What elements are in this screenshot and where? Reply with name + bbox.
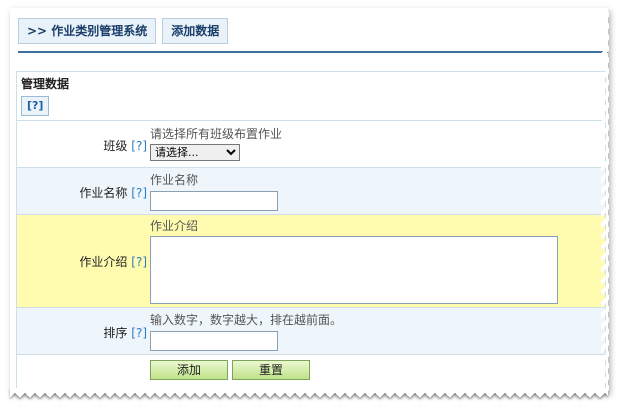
top-nav: >> 作业类别管理系统 添加数据 <box>18 18 229 44</box>
form-row-order: 排序 [?] 输入数字，数字越大，排在越前面。 <box>17 308 605 355</box>
manage-panel: 管理数据 [?] 班级 [?] 请选择所有班级布置作业 请选择... 作业名称 … <box>16 71 606 393</box>
name-label-text: 作业名称 <box>79 186 128 200</box>
intro-help-link[interactable]: [?] <box>131 255 147 269</box>
form-row-buttons: 添加 重置 <box>17 355 605 385</box>
torn-edge-right <box>601 8 609 392</box>
class-select[interactable]: 请选择... <box>150 144 240 161</box>
class-label-text: 班级 <box>103 139 128 153</box>
name-help-link[interactable]: [?] <box>131 186 147 200</box>
class-label: 班级 [?] <box>17 137 147 154</box>
nav-tab-category-system[interactable]: >> 作业类别管理系统 <box>18 18 157 44</box>
panel-title: 管理数据 <box>17 72 605 96</box>
intro-textarea[interactable] <box>150 236 558 304</box>
class-field: 请选择所有班级布置作业 请选择... <box>150 127 282 161</box>
intro-label: 作业介绍 [?] <box>17 253 147 270</box>
order-label-text: 排序 <box>103 326 128 340</box>
class-tip: 请选择所有班级布置作业 <box>150 127 283 141</box>
order-input[interactable] <box>150 331 278 351</box>
page-frame: >> 作业类别管理系统 添加数据 管理数据 [?] 班级 [?] 请选择所有班级… <box>10 8 609 398</box>
form-row-name: 作业名称 [?] 作业名称 <box>17 168 605 215</box>
form-row-class: 班级 [?] 请选择所有班级布置作业 请选择... <box>17 121 605 168</box>
form-row-intro: 作业介绍 [?] 作业介绍 <box>17 215 605 308</box>
class-help-link[interactable]: [?] <box>131 139 147 153</box>
order-tip: 输入数字，数字越大，排在越前面。 <box>150 313 343 327</box>
order-label: 排序 [?] <box>17 324 147 341</box>
name-input[interactable] <box>150 191 278 211</box>
order-field: 输入数字，数字越大，排在越前面。 <box>150 313 342 351</box>
name-label: 作业名称 [?] <box>17 184 147 201</box>
name-tip: 作业名称 <box>150 173 199 187</box>
name-field: 作业名称 <box>150 173 278 211</box>
intro-field: 作业介绍 <box>150 219 558 307</box>
order-help-link[interactable]: [?] <box>131 326 147 340</box>
reset-button[interactable]: 重置 <box>232 360 310 380</box>
nav-divider <box>18 51 608 53</box>
torn-edge-bottom <box>10 388 608 398</box>
button-group: 添加 重置 <box>150 355 310 380</box>
panel-help-button[interactable]: [?] <box>21 96 50 116</box>
nav-tab-add-data[interactable]: 添加数据 <box>162 18 229 44</box>
panel-help-row: [?] <box>17 96 605 121</box>
submit-button[interactable]: 添加 <box>150 360 228 380</box>
intro-tip: 作业介绍 <box>150 219 199 233</box>
intro-label-text: 作业介绍 <box>79 255 128 269</box>
